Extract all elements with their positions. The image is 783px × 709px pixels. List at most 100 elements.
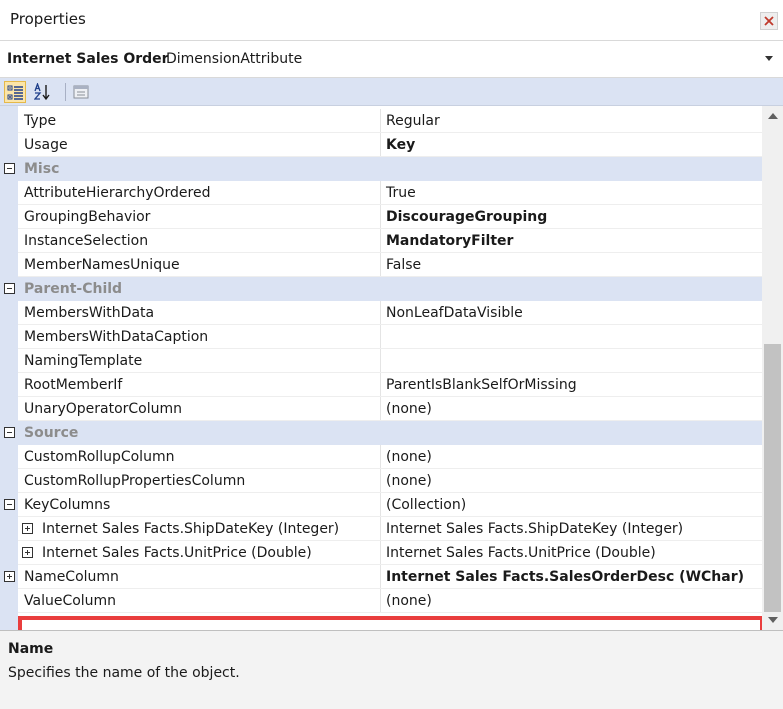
property-value[interactable]: ParentIsBlankSelfOrMissing [386, 377, 577, 393]
column-divider[interactable] [380, 229, 381, 253]
description-title: Name [8, 641, 54, 657]
property-row[interactable]: MembersWithData NonLeafDataVisible [0, 301, 762, 325]
column-divider[interactable] [380, 181, 381, 205]
property-grid: Type Regular Usage Key Misc AttributeHierarch… [0, 106, 762, 630]
property-row[interactable]: KeyColumns (Collection) [0, 493, 762, 517]
property-row[interactable]: CustomRollupColumn (none) [0, 445, 762, 469]
expand-icon[interactable] [22, 523, 33, 534]
column-divider[interactable] [380, 301, 381, 325]
property-value[interactable]: (none) [386, 401, 432, 417]
property-row[interactable]: NameColumn Internet Sales Facts.SalesOrde… [0, 565, 762, 589]
column-divider[interactable] [380, 325, 381, 349]
property-row[interactable]: Type Regular [0, 109, 762, 133]
property-pages-button[interactable] [70, 81, 92, 103]
property-row[interactable]: Internet Sales Facts.ShipDateKey (Intege… [0, 517, 762, 541]
property-value[interactable]: True [386, 185, 416, 201]
property-name: ValueColumn [24, 593, 117, 609]
column-divider[interactable] [380, 397, 381, 421]
property-row[interactable]: Internet Sales Facts.UnitPrice (Double) I… [0, 541, 762, 565]
property-value[interactable]: MandatoryFilter [386, 233, 513, 249]
category-row[interactable]: Parent-Child [0, 277, 762, 301]
highlight-box [18, 616, 762, 630]
scroll-thumb[interactable] [764, 344, 781, 612]
collapse-icon[interactable] [4, 283, 15, 294]
column-divider[interactable] [380, 349, 381, 373]
column-divider[interactable] [380, 109, 381, 133]
category-label: Parent-Child [24, 281, 123, 297]
property-name: GroupingBehavior [24, 209, 151, 225]
property-value[interactable]: (Collection) [386, 497, 466, 513]
property-name: MembersWithData [24, 305, 155, 321]
toolbar [0, 78, 783, 106]
scroll-down-icon[interactable] [768, 617, 778, 623]
property-value[interactable]: Internet Sales Facts.ShipDateKey (Intege… [386, 521, 683, 537]
property-value[interactable]: (none) [386, 449, 432, 465]
expand-icon[interactable] [22, 547, 33, 558]
category-row[interactable]: Misc [0, 157, 762, 181]
property-row[interactable]: ValueColumn (none) [0, 589, 762, 613]
description-pane: Name Specifies the name of the object. [0, 630, 783, 709]
property-row[interactable]: Usage Key [0, 133, 762, 157]
property-row[interactable]: InstanceSelection MandatoryFilter [0, 229, 762, 253]
categorized-button[interactable] [4, 81, 26, 103]
column-divider[interactable] [380, 373, 381, 397]
property-name: NamingTemplate [24, 353, 143, 369]
property-value[interactable]: (none) [386, 473, 432, 489]
property-name: RootMemberIf [24, 377, 123, 393]
property-value[interactable]: Internet Sales Facts.UnitPrice (Double) [386, 545, 656, 561]
property-value[interactable]: Internet Sales Facts.SalesOrderDesc (WCh… [386, 569, 744, 585]
close-icon [764, 16, 774, 26]
property-name: MemberNamesUnique [24, 257, 180, 273]
categorized-icon [7, 85, 23, 100]
collapse-icon[interactable] [4, 163, 15, 174]
property-row[interactable]: UnaryOperatorColumn (none) [0, 397, 762, 421]
property-row[interactable]: GroupingBehavior DiscourageGrouping [0, 205, 762, 229]
property-name: AttributeHierarchyOrdered [24, 185, 211, 201]
column-divider[interactable] [380, 493, 381, 517]
property-name: UnaryOperatorColumn [24, 401, 183, 417]
property-row[interactable]: CustomRollupPropertiesColumn (none) [0, 469, 762, 493]
object-name: Internet Sales Order [7, 51, 169, 67]
column-divider[interactable] [380, 589, 381, 613]
column-divider[interactable] [380, 205, 381, 229]
property-pages-icon [73, 85, 89, 99]
close-button[interactable] [760, 12, 778, 30]
column-divider[interactable] [380, 469, 381, 493]
property-row[interactable]: MembersWithDataCaption [0, 325, 762, 349]
scroll-up-icon[interactable] [768, 113, 778, 119]
property-value[interactable]: DiscourageGrouping [386, 209, 547, 225]
category-label: Source [24, 425, 79, 441]
property-row[interactable]: NamingTemplate [0, 349, 762, 373]
category-row[interactable]: Source [0, 421, 762, 445]
property-value[interactable]: Key [386, 137, 415, 153]
property-name: CustomRollupPropertiesColumn [24, 473, 246, 489]
property-name: Type [24, 113, 57, 129]
row-separator [18, 612, 762, 613]
object-selector[interactable]: Internet Sales Order DimensionAttribute [0, 40, 783, 78]
vertical-scrollbar[interactable] [762, 106, 783, 630]
property-value[interactable]: False [386, 257, 421, 273]
property-row[interactable]: RootMemberIf ParentIsBlankSelfOrMissing [0, 373, 762, 397]
property-value[interactable]: NonLeafDataVisible [386, 305, 523, 321]
column-divider[interactable] [380, 133, 381, 157]
collapse-icon[interactable] [4, 499, 15, 510]
description-text: Specifies the name of the object. [8, 665, 240, 681]
column-divider[interactable] [380, 253, 381, 277]
alphabetical-icon [34, 83, 50, 101]
property-value[interactable]: Regular [386, 113, 440, 129]
expand-icon[interactable] [4, 571, 15, 582]
property-row[interactable]: AttributeHierarchyOrdered True [0, 181, 762, 205]
column-divider[interactable] [380, 565, 381, 589]
property-name: Internet Sales Facts.ShipDateKey (Intege… [42, 521, 340, 537]
column-divider[interactable] [380, 541, 381, 565]
property-name: KeyColumns [24, 497, 111, 513]
toolbar-separator [65, 83, 66, 101]
alphabetical-button[interactable] [32, 81, 54, 103]
collapse-icon[interactable] [4, 427, 15, 438]
category-label: Misc [24, 161, 60, 177]
column-divider[interactable] [380, 445, 381, 469]
column-divider[interactable] [380, 517, 381, 541]
chevron-down-icon[interactable] [765, 56, 773, 61]
property-row[interactable]: MemberNamesUnique False [0, 253, 762, 277]
property-value[interactable]: (none) [386, 593, 432, 609]
